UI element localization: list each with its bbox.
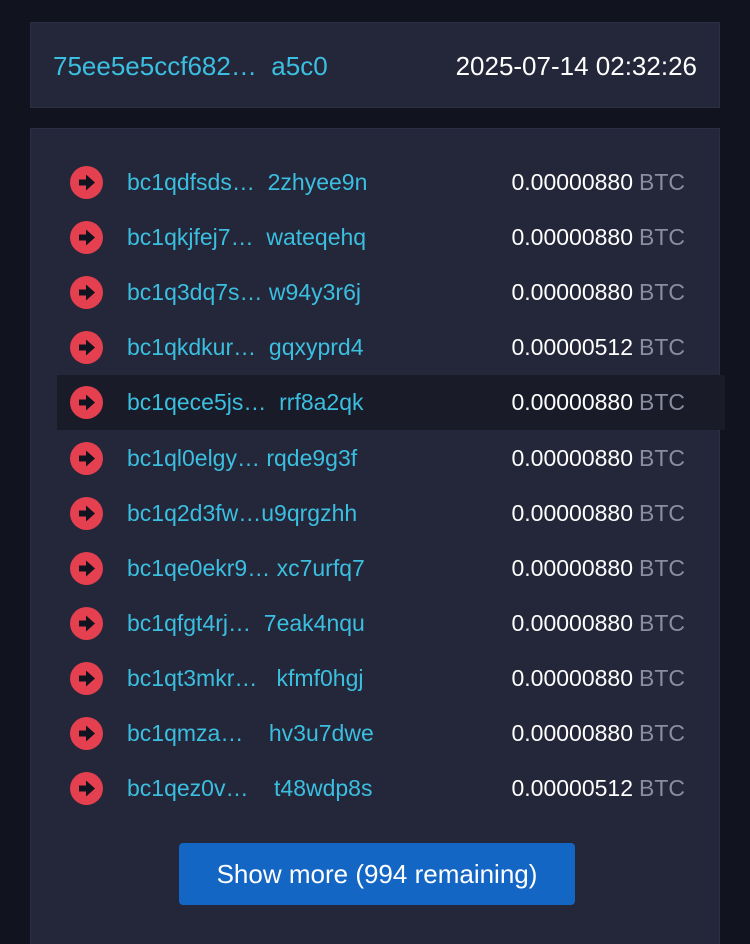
output-amount: 0.00000880 xyxy=(511,499,633,526)
transaction-timestamp: 2025-07-14 02:32:26 xyxy=(455,51,697,81)
output-row: bc1q3dq7s… w94y3r6j 0.00000880 BTC xyxy=(57,265,725,320)
output-unit: BTC xyxy=(639,389,685,416)
output-row: bc1qdfsds… 2zhyee9n 0.00000880 BTC xyxy=(57,155,725,210)
output-unit: BTC xyxy=(639,169,685,195)
output-row: bc1qez0v… t48wdp8s 0.00000512 BTC xyxy=(57,761,725,816)
arrow-right-circle-icon[interactable] xyxy=(70,386,103,420)
output-unit: BTC xyxy=(639,554,685,581)
arrow-right-circle-icon[interactable] xyxy=(70,166,103,199)
transaction-hash-link[interactable]: 75ee5e5ccf682… a5c0 xyxy=(53,23,328,109)
output-amount: 0.00000880 xyxy=(511,609,633,636)
arrow-right-circle-icon[interactable] xyxy=(70,441,103,475)
output-address-link[interactable]: bc1qkdkur… gqxyprd4 xyxy=(127,320,387,375)
output-address-link[interactable]: bc1qfgt4rj… 7eak4nqu xyxy=(127,596,387,651)
output-unit: BTC xyxy=(639,609,685,636)
output-unit: BTC xyxy=(639,279,685,306)
output-unit: BTC xyxy=(639,444,685,471)
output-row: bc1qe0ekr9… xc7urfq7 0.00000880 BTC xyxy=(57,541,725,596)
output-row: bc1q2d3fw…u9qrgzhh 0.00000880 BTC xyxy=(57,486,725,541)
output-row: bc1ql0elgy… rqde9g3f 0.00000880 BTC xyxy=(57,431,725,486)
output-amount: 0.00000880 xyxy=(511,664,633,691)
output-address-link[interactable]: bc1qe0ekr9… xc7urfq7 xyxy=(127,541,387,596)
output-row: bc1qfgt4rj… 7eak4nqu 0.00000880 BTC xyxy=(57,596,725,651)
output-unit: BTC xyxy=(639,720,685,746)
arrow-right-circle-icon[interactable] xyxy=(70,717,103,750)
output-amount: 0.00000512 xyxy=(511,334,633,361)
arrow-right-circle-icon[interactable] xyxy=(70,606,103,640)
output-address-link[interactable]: bc1qdfsds… 2zhyee9n xyxy=(127,155,387,210)
output-unit: BTC xyxy=(639,334,685,361)
arrow-right-circle-icon[interactable] xyxy=(70,661,103,695)
output-amount: 0.00000880 xyxy=(511,169,633,195)
page: 75ee5e5ccf682… a5c0 2025-07-14 02:32:26 … xyxy=(0,0,750,944)
output-address-link[interactable]: bc1qece5js… rrf8a2qk xyxy=(127,375,387,430)
output-unit: BTC xyxy=(639,775,685,802)
arrow-right-circle-icon[interactable] xyxy=(70,772,103,806)
output-row: bc1qkjfej7… wateqehq 0.00000880 BTC xyxy=(57,210,725,265)
output-amount: 0.00000880 xyxy=(511,554,633,581)
output-amount: 0.00000880 xyxy=(511,389,633,416)
arrow-right-circle-icon[interactable] xyxy=(70,496,103,530)
output-amount: 0.00000880 xyxy=(511,224,633,251)
output-amount: 0.00000880 xyxy=(511,279,633,306)
output-unit: BTC xyxy=(639,224,685,251)
output-amount: 0.00000512 xyxy=(511,775,633,802)
output-row: bc1qmza… hv3u7dwe 0.00000880 BTC xyxy=(57,706,725,761)
output-row: bc1qt3mkr… kfmf0hgj 0.00000880 BTC xyxy=(57,651,725,706)
output-unit: BTC xyxy=(639,664,685,691)
output-address-link[interactable]: bc1q2d3fw…u9qrgzhh xyxy=(127,486,387,541)
output-row: bc1qkdkur… gqxyprd4 0.00000512 BTC xyxy=(57,320,725,375)
outputs-panel: bc1qdfsds… 2zhyee9n 0.00000880 BTC bc1qk… xyxy=(30,128,725,944)
arrow-right-circle-icon[interactable] xyxy=(70,276,103,310)
output-address-link[interactable]: bc1qmza… hv3u7dwe xyxy=(127,706,387,761)
arrow-right-circle-icon[interactable] xyxy=(70,221,103,255)
output-row: bc1qece5js… rrf8a2qk 0.00000880 BTC xyxy=(57,375,725,431)
output-address-link[interactable]: bc1qkjfej7… wateqehq xyxy=(127,210,387,265)
arrow-right-circle-icon[interactable] xyxy=(70,551,103,585)
arrow-right-circle-icon[interactable] xyxy=(70,331,103,365)
show-more-button[interactable]: Show more (994 remaining) xyxy=(179,843,575,905)
output-address-link[interactable]: bc1ql0elgy… rqde9g3f xyxy=(127,431,387,486)
output-unit: BTC xyxy=(639,499,685,526)
output-amount: 0.00000880 xyxy=(511,720,633,746)
output-address-link[interactable]: bc1qt3mkr… kfmf0hgj xyxy=(127,651,387,706)
output-address-link[interactable]: bc1q3dq7s… w94y3r6j xyxy=(127,265,387,320)
transaction-header: 75ee5e5ccf682… a5c0 2025-07-14 02:32:26 xyxy=(30,22,720,108)
output-address-link[interactable]: bc1qez0v… t48wdp8s xyxy=(127,761,387,816)
output-amount: 0.00000880 xyxy=(511,444,633,471)
